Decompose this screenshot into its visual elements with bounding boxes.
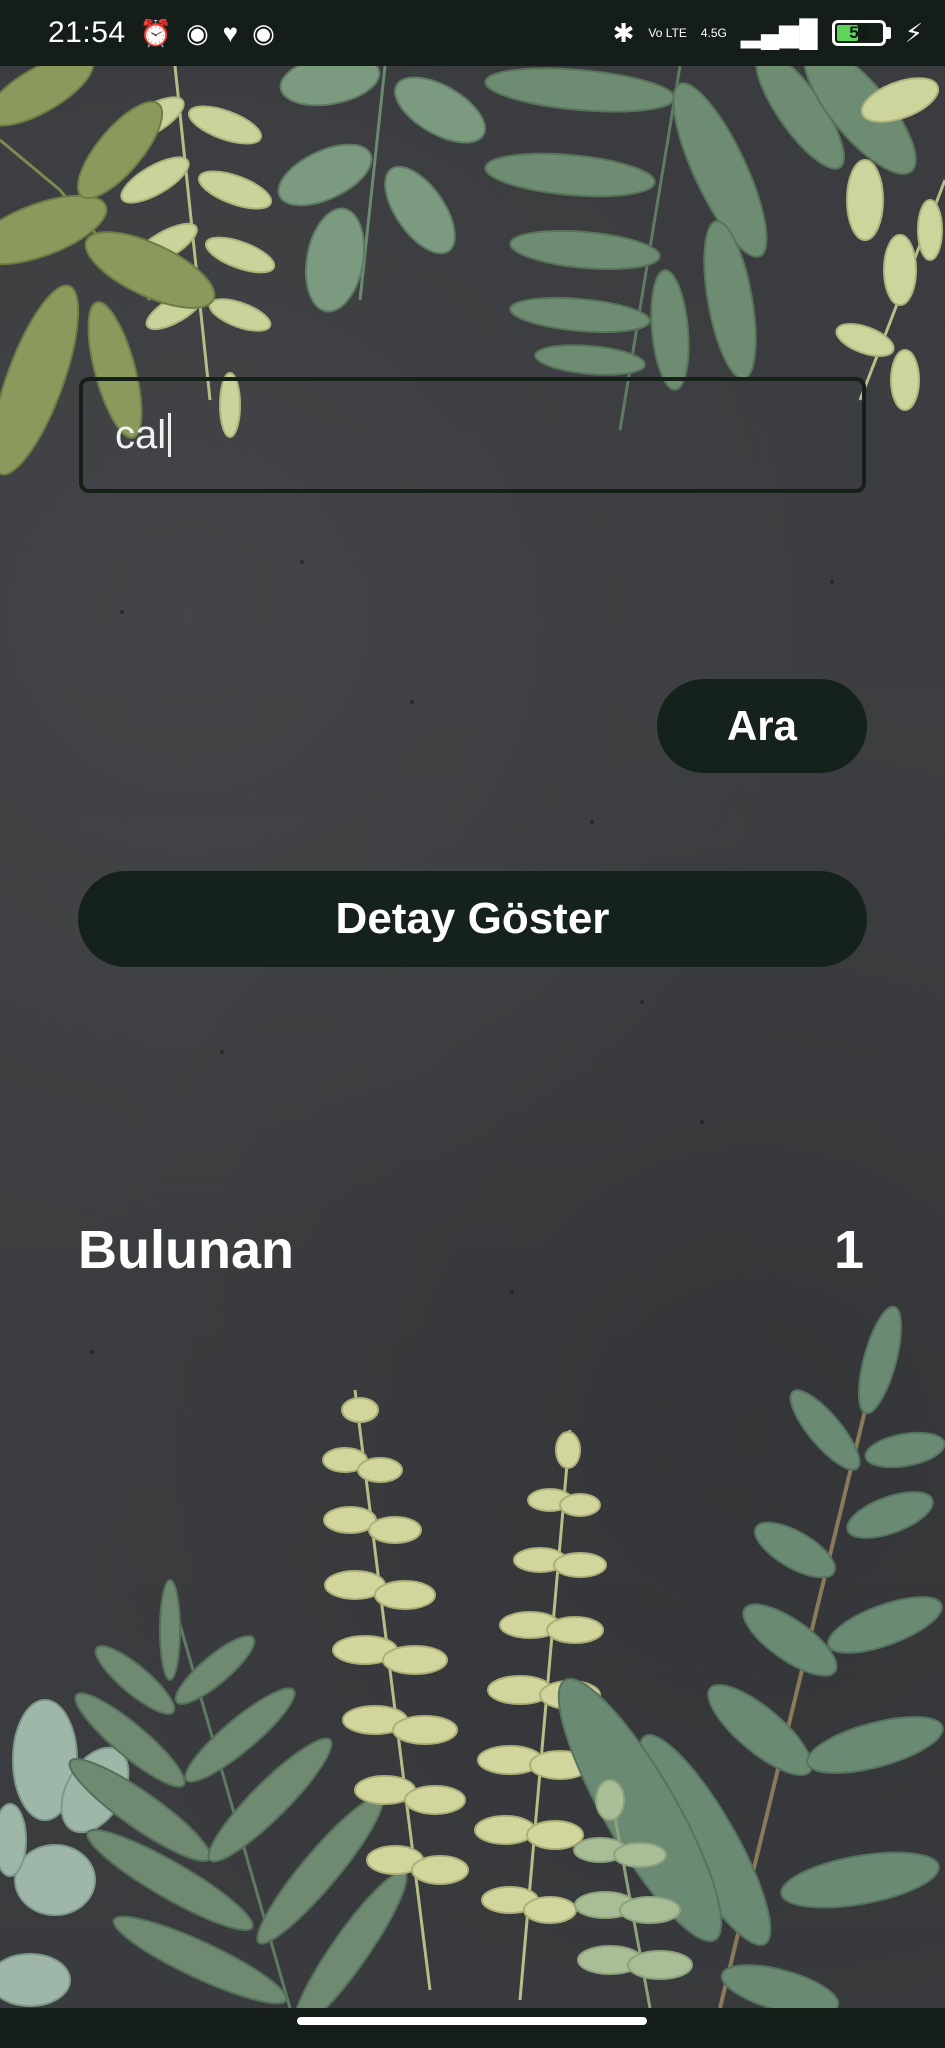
- text-caret: [168, 413, 172, 457]
- app-notification-icon: ◉: [185, 18, 209, 48]
- result-count: 1: [833, 1220, 864, 1280]
- charging-bolt-icon: ⚡: [904, 18, 923, 48]
- volte-badge: Vo LTE: [648, 26, 687, 40]
- search-button[interactable]: Ara: [657, 679, 867, 773]
- alarm-clock-icon: ⏰: [139, 18, 172, 48]
- show-detail-button[interactable]: Detay Göster: [78, 871, 867, 967]
- navigation-bar: [0, 2008, 945, 2048]
- status-left: 21:54 ⏰ ◉ ♥ ◉: [48, 16, 275, 50]
- bluetooth-icon: ✱: [612, 18, 635, 48]
- battery-icon: 53: [831, 20, 886, 46]
- heart-app-icon: ♥: [222, 18, 239, 48]
- home-indicator[interactable]: [297, 2017, 647, 2025]
- app-notification-icon-2: ◉: [252, 18, 275, 48]
- battery-indicator: 53: [831, 20, 891, 46]
- search-field[interactable]: cal: [79, 377, 866, 493]
- status-time: 21:54: [48, 16, 126, 49]
- battery-cap: [885, 27, 891, 39]
- status-bar: 21:54 ⏰ ◉ ♥ ◉ ✱ Vo LTE 4.5G ▂▄▆█ 53 ⚡: [0, 0, 945, 66]
- network-type-label: 4.5G: [700, 26, 727, 40]
- textured-background: [0, 0, 945, 2048]
- status-right: ✱ Vo LTE 4.5G ▂▄▆█ 53 ⚡: [613, 20, 923, 46]
- result-row: Bulunan 1: [78, 1215, 864, 1285]
- search-input[interactable]: cal: [115, 413, 166, 458]
- signal-icon: ▂▄▆█: [740, 18, 818, 48]
- battery-level: 53: [849, 23, 869, 42]
- app-screen: 21:54 ⏰ ◉ ♥ ◉ ✱ Vo LTE 4.5G ▂▄▆█ 53 ⚡ ca…: [0, 0, 945, 2048]
- result-label: Bulunan: [78, 1220, 294, 1280]
